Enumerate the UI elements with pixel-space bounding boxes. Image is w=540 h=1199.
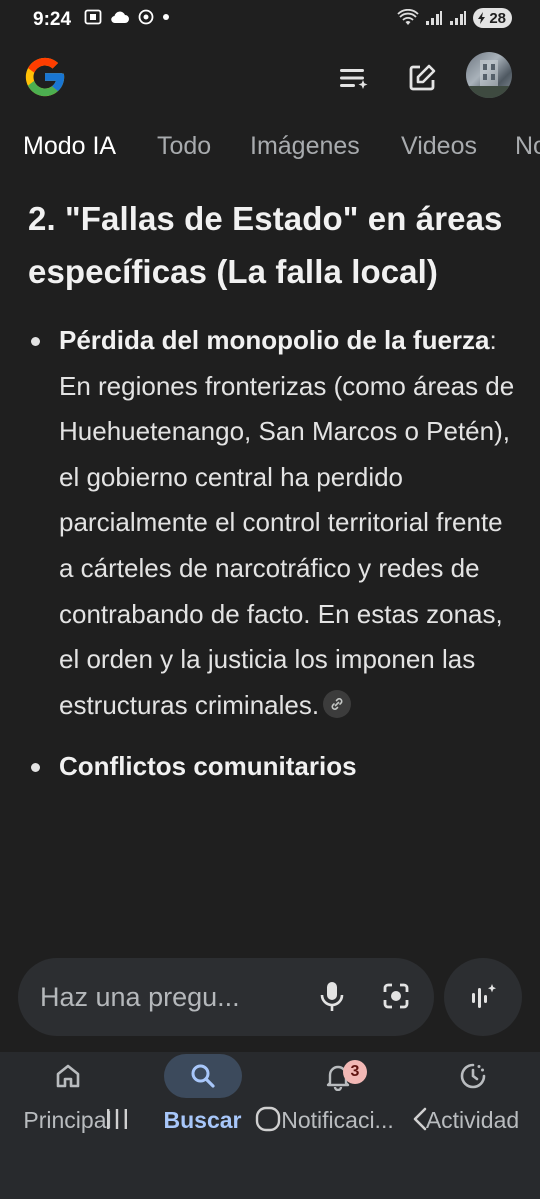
search-tabs: Modo IA Todo Imágenes Videos No xyxy=(0,122,540,178)
tab-imagenes[interactable]: Imágenes xyxy=(250,132,360,161)
cloud-icon xyxy=(110,10,130,24)
tab-todo[interactable]: Todo xyxy=(157,132,211,161)
tab-modo-ia[interactable]: Modo IA xyxy=(23,132,116,161)
dot-icon xyxy=(162,13,170,21)
ai-answer: 2. "Fallas de Estado" en áreas específic… xyxy=(28,192,518,790)
signal-icon xyxy=(425,10,443,26)
history-sparkle-icon[interactable] xyxy=(334,58,374,98)
tab-noticias[interactable]: No xyxy=(515,132,540,161)
activity-icon xyxy=(434,1054,512,1098)
search-icon xyxy=(163,1054,242,1098)
ask-input[interactable]: Haz una pregu... xyxy=(18,958,434,1036)
battery-indicator: 28 xyxy=(473,8,512,28)
google-g-logo[interactable] xyxy=(22,54,68,100)
bullet-bold: Conflictos comunitarios xyxy=(59,751,357,782)
signal-icon-2 xyxy=(449,10,467,26)
bolt-icon xyxy=(478,12,486,24)
app-bar xyxy=(0,40,540,120)
tab-videos[interactable]: Videos xyxy=(401,132,477,161)
system-nav-bar xyxy=(0,1100,540,1199)
screenshot-icon xyxy=(84,9,102,25)
list-item: Conflictos comunitarios xyxy=(28,744,518,790)
recents-icon[interactable] xyxy=(92,1101,142,1137)
bullet-text: : En regiones fronterizas (como áreas de… xyxy=(59,325,515,720)
home-icon xyxy=(29,1054,107,1098)
home-button-icon[interactable] xyxy=(243,1101,293,1137)
wifi-icon xyxy=(397,9,419,27)
back-icon[interactable] xyxy=(395,1101,445,1137)
status-time: 9:24 xyxy=(33,9,72,30)
status-bar: 9:24 28 xyxy=(0,0,540,40)
avatar[interactable] xyxy=(466,52,512,98)
lens-icon[interactable] xyxy=(378,978,414,1014)
notification-badge: 3 xyxy=(343,1060,367,1084)
bullet-bold: Pérdida del monopolio de la fuerza xyxy=(59,325,490,355)
bullet-list: Pérdida del monopolio de la fuerza: En r… xyxy=(28,318,518,790)
new-edit-icon[interactable] xyxy=(402,58,442,98)
ai-voice-sparkle-icon[interactable] xyxy=(444,958,522,1036)
chrome-icon xyxy=(138,9,154,25)
section-heading: 2. "Fallas de Estado" en áreas específic… xyxy=(28,200,503,290)
mic-icon[interactable] xyxy=(314,978,350,1014)
source-link-icon[interactable] xyxy=(323,689,352,718)
ask-placeholder: Haz una pregu... xyxy=(40,982,240,1012)
list-item: Pérdida del monopolio de la fuerza: En r… xyxy=(28,318,518,728)
notification-icons xyxy=(84,9,170,25)
battery-level: 28 xyxy=(489,9,506,27)
